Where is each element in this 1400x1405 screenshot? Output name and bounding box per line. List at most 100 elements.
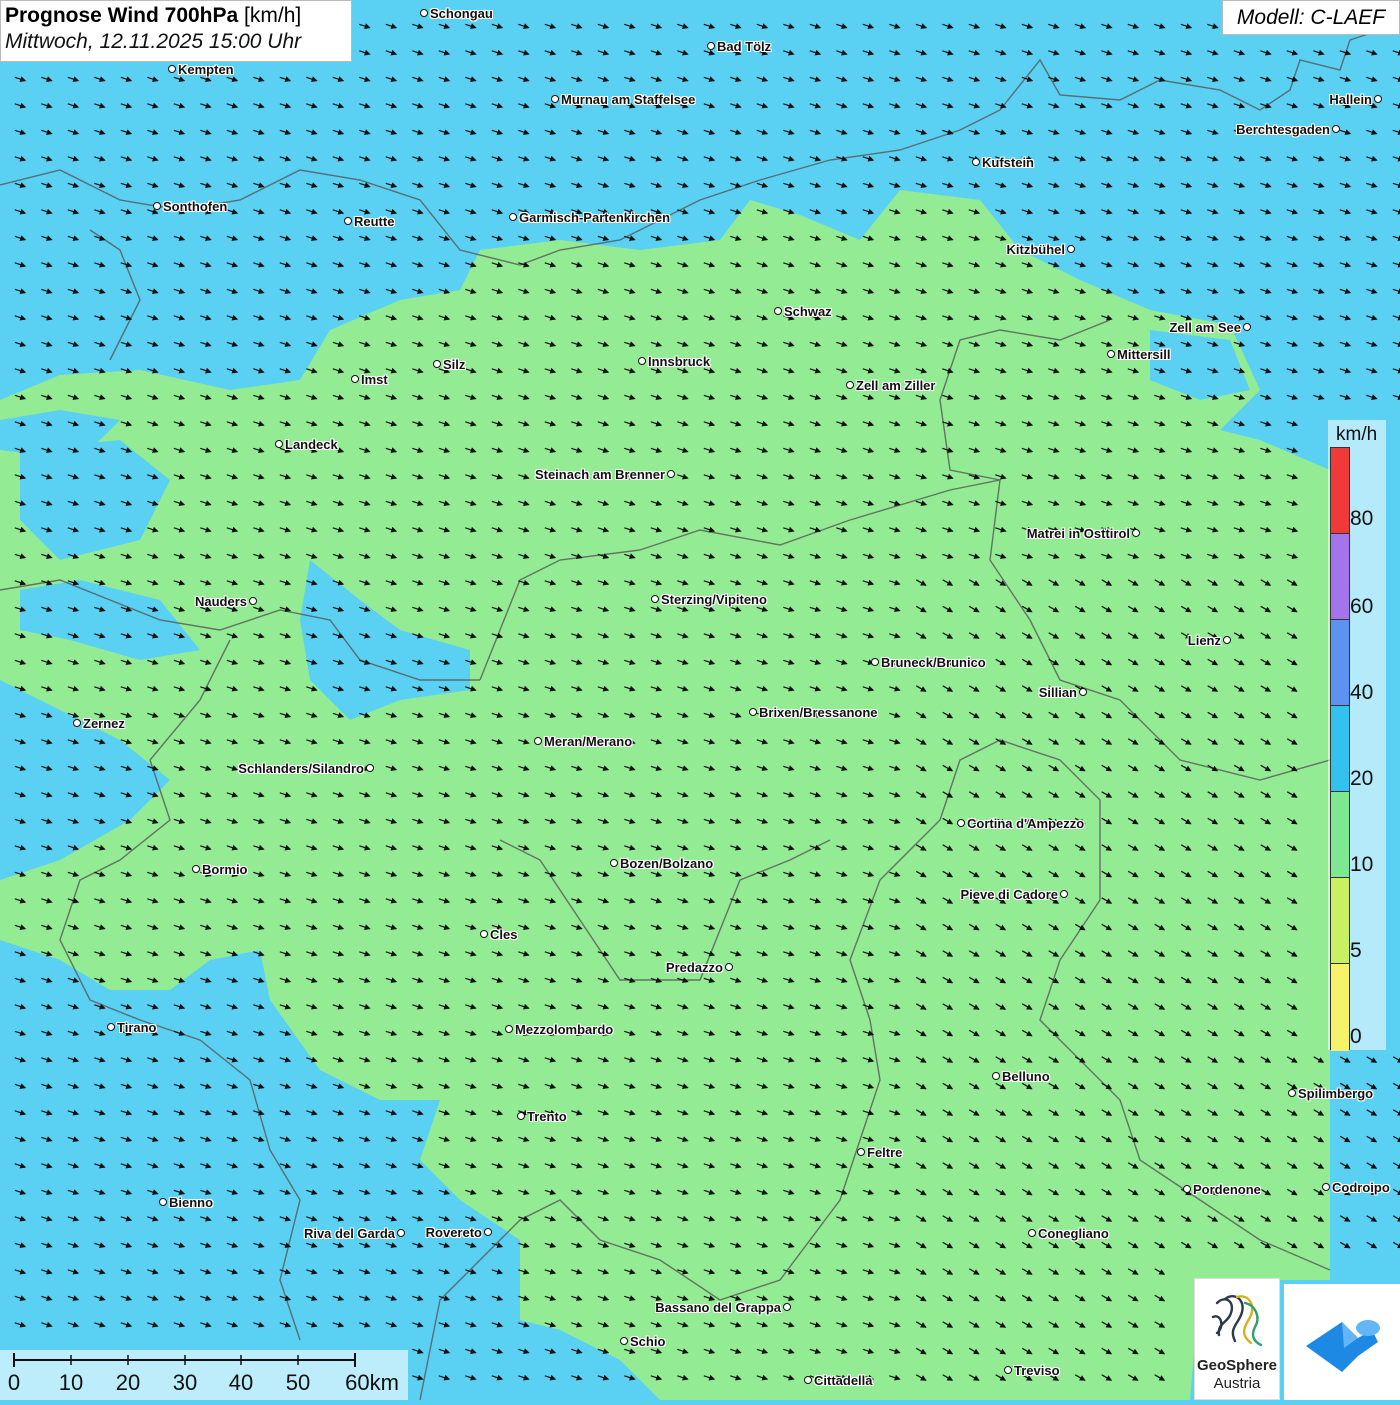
city-marker[interactable]: Sterzing/Vipiteno	[649, 591, 767, 607]
city-marker[interactable]: Mezzolombardo	[503, 1021, 613, 1037]
city-marker[interactable]: Treviso	[1002, 1362, 1060, 1378]
city-dot-icon	[957, 819, 965, 827]
city-marker[interactable]: Bormio	[190, 861, 248, 877]
city-dot-icon	[351, 375, 359, 383]
city-name: Silz	[443, 356, 466, 372]
city-dot-icon	[397, 1229, 405, 1237]
city-marker[interactable]: Trento	[515, 1108, 567, 1124]
city-name: Matrei in Osttirol	[1026, 525, 1130, 541]
city-marker[interactable]: Garmisch-Partenkirchen	[507, 209, 670, 225]
city-name: Imst	[361, 371, 388, 387]
city-name: Sillian	[1038, 684, 1077, 700]
city-marker[interactable]: Silz	[431, 356, 465, 372]
city-name: Zell am See	[1169, 319, 1241, 335]
city-name: Rovereto	[425, 1224, 482, 1240]
city-marker[interactable]: Schwaz	[772, 303, 832, 319]
city-name: Reutte	[354, 213, 395, 229]
legend-tick: 40	[1350, 681, 1374, 704]
city-dot-icon	[846, 381, 854, 389]
city-marker[interactable]: Zernez	[71, 715, 125, 731]
city-marker[interactable]: Riva del Garda	[304, 1225, 407, 1241]
city-marker[interactable]: Imst	[349, 371, 388, 387]
color-legend: km/h 80 60 40 20 10 5 0	[1328, 420, 1386, 1051]
city-marker[interactable]: Sillian	[1039, 684, 1089, 700]
legend-seg-10	[1331, 792, 1349, 878]
city-marker[interactable]: Zell am Ziller	[844, 377, 935, 393]
legend-seg-0	[1331, 964, 1349, 1051]
city-marker[interactable]: Schongau	[418, 5, 493, 21]
city-dot-icon	[1223, 636, 1231, 644]
city-name: Sterzing/Vipiteno	[661, 591, 767, 607]
geosphere-logo[interactable]: GeoSphere Austria	[1194, 1278, 1280, 1400]
city-name: Kufstein	[982, 154, 1034, 170]
city-name: Bruneck/Brunico	[881, 654, 986, 670]
city-marker[interactable]: Steinach am Brenner	[535, 466, 677, 482]
city-marker[interactable]: Cles	[478, 926, 517, 942]
city-dot-icon	[534, 737, 542, 745]
city-marker[interactable]: Conegliano	[1026, 1225, 1109, 1241]
city-name: Cles	[490, 926, 518, 942]
legend-tick: 20	[1350, 767, 1374, 790]
city-dot-icon	[1028, 1229, 1036, 1237]
city-dot-icon	[1322, 1183, 1330, 1191]
city-name: Schongau	[430, 5, 493, 21]
city-marker[interactable]: Tirano	[105, 1019, 157, 1035]
city-marker[interactable]: Kempten	[166, 61, 234, 77]
city-dot-icon	[480, 930, 488, 938]
city-marker[interactable]: Belluno	[990, 1068, 1050, 1084]
city-marker[interactable]: Codroipo	[1320, 1179, 1390, 1195]
city-marker[interactable]: Lienz	[1188, 632, 1233, 648]
city-marker[interactable]: Bozen/Bolzano	[608, 855, 713, 871]
legend-tick: 10	[1350, 853, 1374, 876]
city-name: Cittadella	[814, 1372, 873, 1388]
city-marker[interactable]: Berchtesgaden	[1236, 121, 1342, 137]
city-marker[interactable]: Meran/Merano	[532, 733, 632, 749]
city-marker[interactable]: Pordenone	[1181, 1181, 1261, 1197]
city-marker[interactable]: Matrei in Osttirol	[1027, 525, 1142, 541]
forecast-datetime: Mittwoch, 12.11.2025 15:00 Uhr	[5, 30, 302, 53]
city-marker[interactable]: Nauders	[195, 593, 259, 609]
city-marker[interactable]: Sonthofen	[151, 198, 227, 214]
city-marker[interactable]: Cortina d'Ampezzo	[955, 815, 1084, 831]
city-dot-icon	[871, 658, 879, 666]
geosphere-country: Austria	[1213, 1375, 1261, 1392]
city-marker[interactable]: Pieve di Cadore	[960, 886, 1070, 902]
city-marker[interactable]: Brixen/Bressanone	[747, 704, 878, 720]
city-name: Mittersill	[1117, 346, 1171, 362]
city-marker[interactable]: Schio	[618, 1333, 665, 1349]
city-dot-icon	[1332, 125, 1340, 133]
city-marker[interactable]: Landeck	[273, 436, 338, 452]
city-marker[interactable]: Bienno	[157, 1194, 213, 1210]
city-dot-icon	[725, 963, 733, 971]
city-dot-icon	[153, 202, 161, 210]
city-marker[interactable]: Spilimbergo	[1286, 1085, 1373, 1101]
city-name: Mezzolombardo	[515, 1021, 614, 1037]
city-marker[interactable]: Kufstein	[970, 154, 1034, 170]
city-marker[interactable]: Hallein	[1329, 91, 1384, 107]
city-marker[interactable]: Innsbruck	[636, 353, 710, 369]
city-marker[interactable]: Predazzo	[666, 959, 735, 975]
city-name: Schwaz	[784, 303, 832, 319]
legend-unit: km/h	[1336, 424, 1378, 445]
city-marker[interactable]: Kitzbühel	[1007, 241, 1078, 257]
legend-tick: 60	[1350, 595, 1374, 618]
city-marker[interactable]: Bruneck/Brunico	[869, 654, 986, 670]
city-dot-icon	[857, 1148, 865, 1156]
city-marker[interactable]: Rovereto	[426, 1224, 494, 1240]
city-marker[interactable]: Feltre	[855, 1144, 902, 1160]
city-marker[interactable]: Bassano del Grappa	[655, 1299, 793, 1315]
city-name: Pordenone	[1193, 1181, 1261, 1197]
city-dot-icon	[620, 1337, 628, 1345]
city-marker[interactable]: Murnau am Staffelsee	[549, 91, 695, 107]
city-marker[interactable]: Mittersill	[1105, 346, 1170, 362]
city-marker[interactable]: Cittadella	[802, 1372, 873, 1388]
city-marker[interactable]: Reutte	[342, 213, 394, 229]
city-marker[interactable]: Schlanders/Silandro	[238, 760, 376, 776]
city-dot-icon	[484, 1228, 492, 1236]
city-dot-icon	[505, 1025, 513, 1033]
city-dot-icon	[774, 307, 782, 315]
city-marker[interactable]: Bad Tölz	[705, 38, 771, 54]
city-name: Nauders	[194, 593, 247, 609]
city-marker[interactable]: Zell am See	[1169, 319, 1253, 335]
app-logo[interactable]	[1284, 1284, 1400, 1400]
